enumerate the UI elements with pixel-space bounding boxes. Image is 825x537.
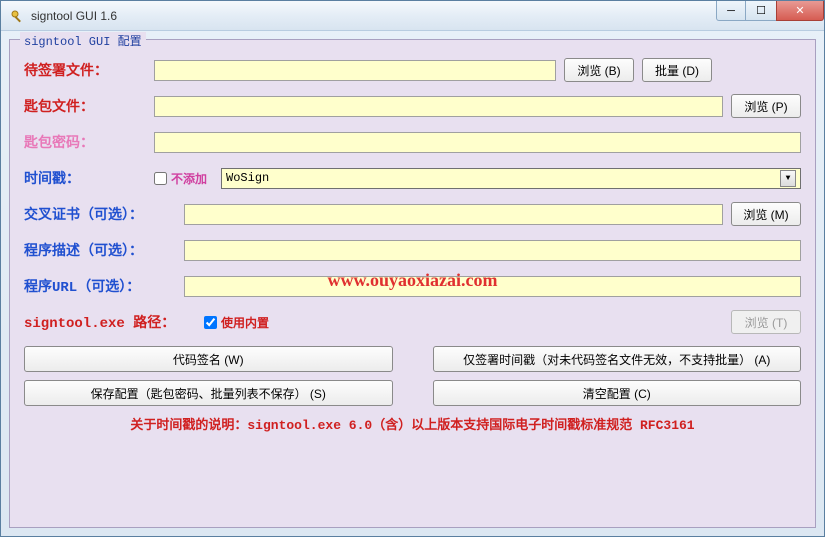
select-timestamp-value: WoSign (226, 171, 269, 185)
label-key-password: 匙包密码： (24, 132, 154, 152)
timestamp-only-button[interactable]: 仅签署时间戳（对未代码签名文件无效，不支持批量） (A) (433, 346, 802, 372)
browse-b-button[interactable]: 浏览 (B) (564, 58, 634, 82)
close-button[interactable]: ✕ (776, 1, 824, 21)
batch-d-button[interactable]: 批量 (D) (642, 58, 712, 82)
label-cross-cert: 交叉证书（可选）： (24, 204, 184, 224)
browse-t-button: 浏览 (T) (731, 310, 801, 334)
label-keyfile: 匙包文件： (24, 96, 154, 116)
label-program-url: 程序URL（可选）： (24, 276, 184, 296)
checkbox-use-builtin[interactable] (204, 316, 217, 329)
footer-note: 关于时间戳的说明：signtool.exe 6.0（含）以上版本支持国际电子时间… (24, 414, 801, 433)
select-timestamp-server[interactable]: WoSign ▼ (221, 168, 801, 189)
titlebar[interactable]: signtool GUI 1.6 ─ ☐ ✕ (1, 1, 824, 31)
input-description[interactable] (184, 240, 801, 261)
chevron-down-icon: ▼ (780, 170, 796, 187)
window-controls: ─ ☐ ✕ (716, 1, 824, 21)
checkbox-no-timestamp-wrap[interactable]: 不添加 (154, 170, 207, 187)
input-program-url[interactable] (184, 276, 801, 297)
config-groupbox: signtool GUI 配置 待签署文件： 浏览 (B) 批量 (D) 匙包文… (9, 39, 816, 528)
main-window: signtool GUI 1.6 ─ ☐ ✕ signtool GUI 配置 待… (0, 0, 825, 537)
input-keyfile[interactable] (154, 96, 723, 117)
input-key-password[interactable] (154, 132, 801, 153)
label-timestamp: 时间戳： (24, 168, 154, 188)
code-sign-button[interactable]: 代码签名 (W) (24, 346, 393, 372)
checkbox-use-builtin-wrap[interactable]: 使用内置 (204, 314, 269, 331)
input-cross-cert[interactable] (184, 204, 723, 225)
label-file-to-sign: 待签署文件： (24, 60, 154, 80)
clear-config-button[interactable]: 清空配置 (C) (433, 380, 802, 406)
checkbox-no-timestamp-label: 不添加 (171, 170, 207, 187)
minimize-button[interactable]: ─ (716, 1, 746, 21)
groupbox-title: signtool GUI 配置 (20, 32, 146, 49)
browse-p-button[interactable]: 浏览 (P) (731, 94, 801, 118)
browse-m-button[interactable]: 浏览 (M) (731, 202, 801, 226)
content-area: signtool GUI 配置 待签署文件： 浏览 (B) 批量 (D) 匙包文… (1, 31, 824, 536)
checkbox-use-builtin-label: 使用内置 (221, 314, 269, 331)
input-file-to-sign[interactable] (154, 60, 556, 81)
save-config-button[interactable]: 保存配置（匙包密码、批量列表不保存） (S) (24, 380, 393, 406)
app-icon (9, 8, 25, 24)
checkbox-no-timestamp[interactable] (154, 172, 167, 185)
label-signtool-path: signtool.exe 路径： (24, 312, 204, 332)
window-title: signtool GUI 1.6 (31, 9, 117, 23)
maximize-button[interactable]: ☐ (746, 1, 776, 21)
label-description: 程序描述（可选）： (24, 240, 184, 260)
